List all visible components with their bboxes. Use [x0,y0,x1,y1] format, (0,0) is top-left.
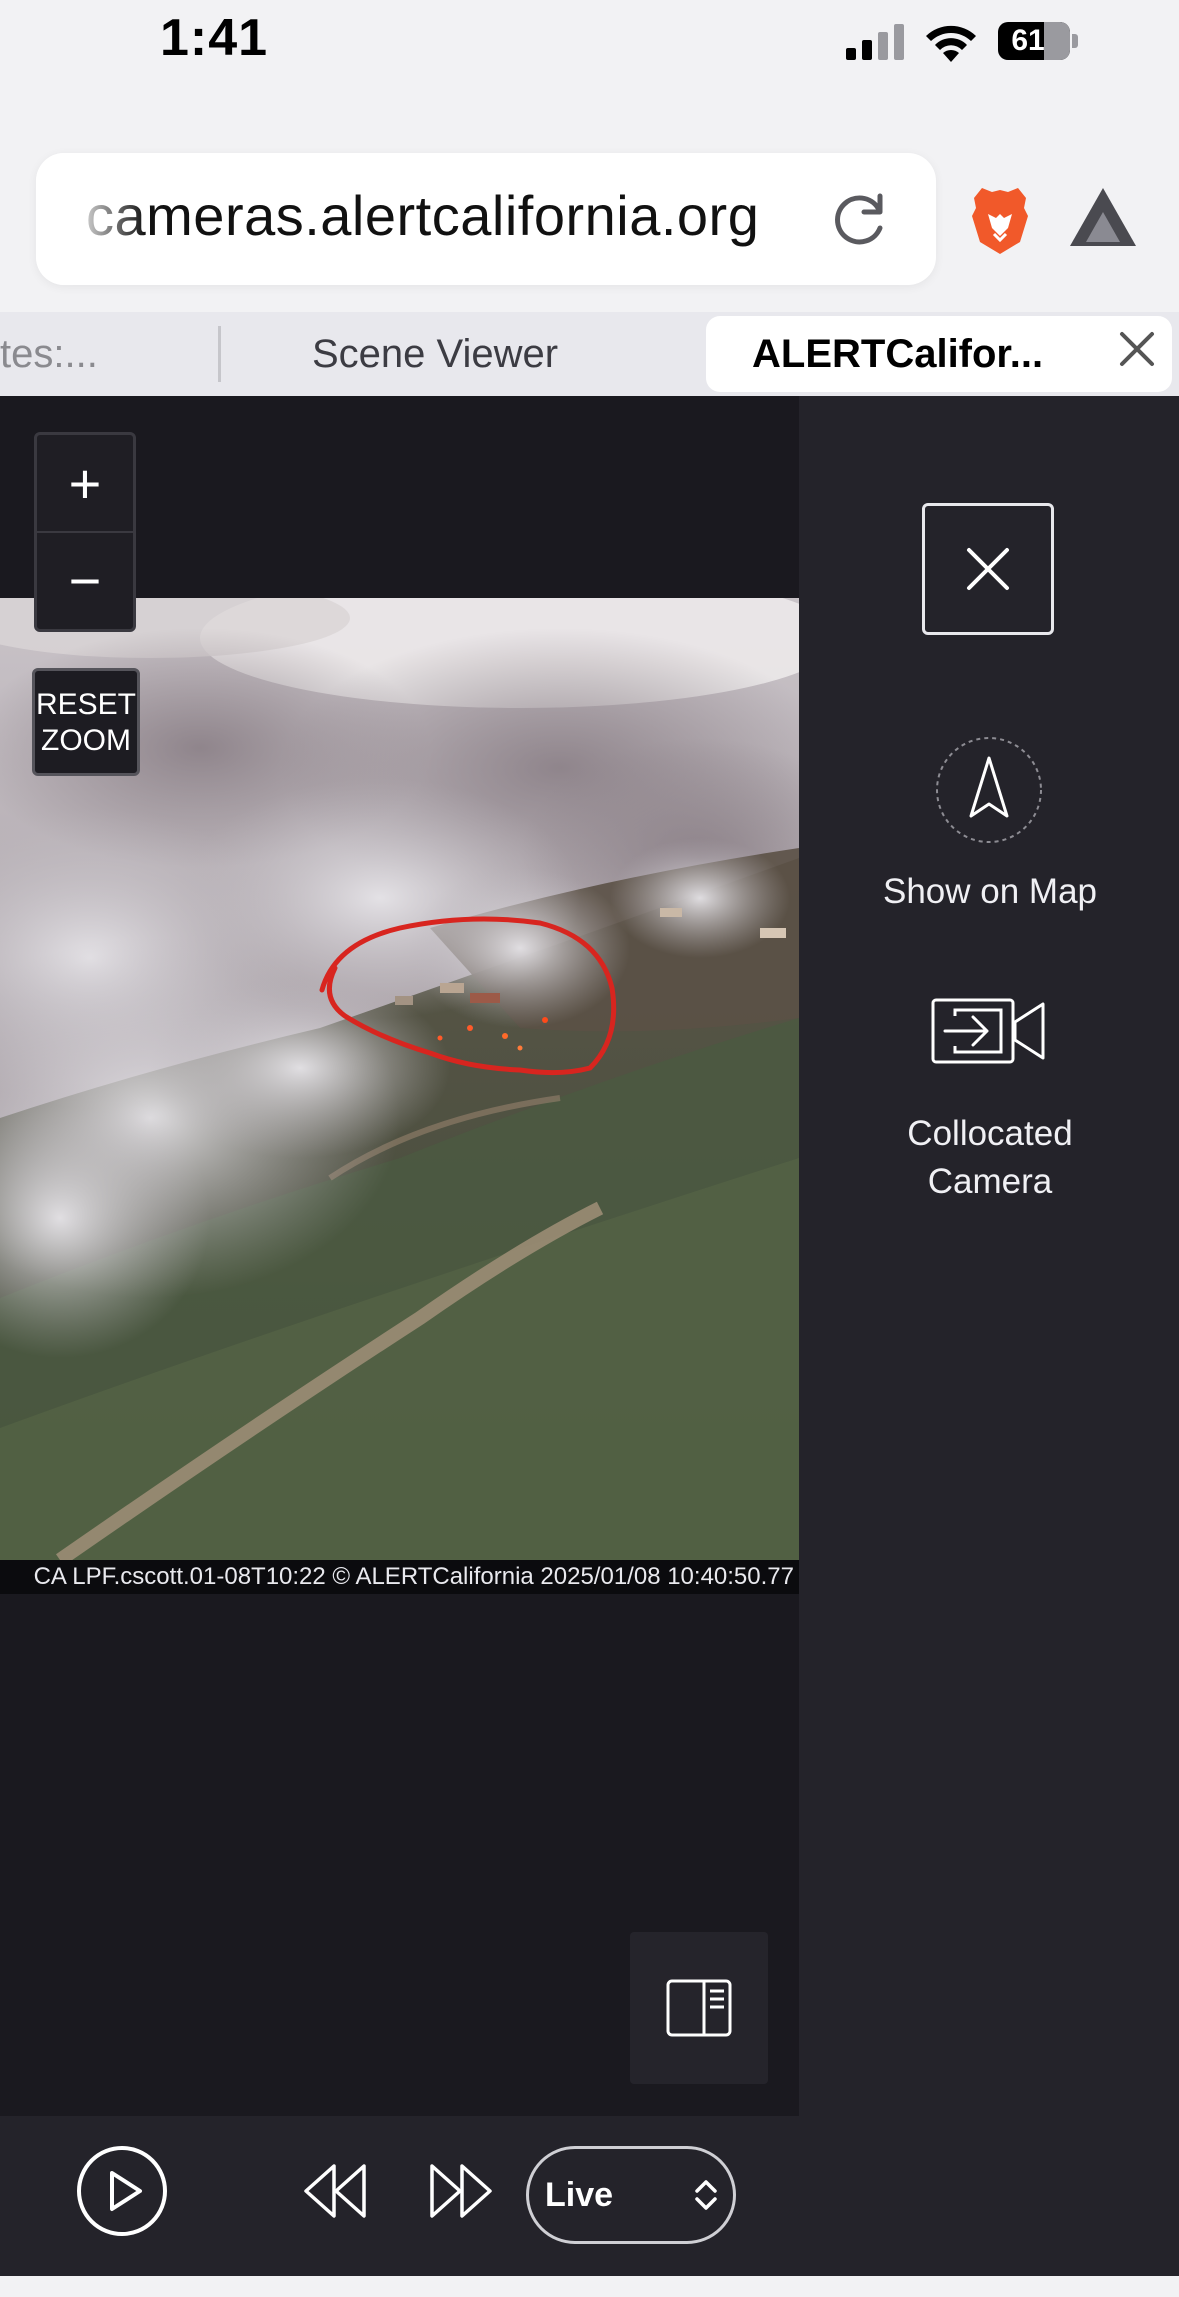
zoom-controls: + − [34,432,136,632]
side-panel [799,396,1179,2276]
rewind-icon[interactable] [302,2162,368,2220]
brave-lion-icon[interactable] [968,184,1032,256]
reset-zoom-button[interactable]: RESET ZOOM [32,668,140,776]
collocated-camera-button[interactable]: Collocated Camera [820,1110,1160,1206]
tab-scene-viewer[interactable]: Scene Viewer [240,312,630,396]
status-time: 1:41 [160,9,269,67]
chevron-up-down-icon [695,2180,717,2210]
show-on-map-button[interactable]: Show on Map [820,868,1160,916]
brave-rewards-triangle-icon[interactable] [1068,186,1138,250]
reset-zoom-label-1: RESET [35,688,137,721]
player-bar-right [799,2116,1179,2276]
tab-previous[interactable]: tes:... [0,312,216,396]
camera-enter-icon[interactable] [931,996,1046,1066]
url-text[interactable]: cameras.alertcalifornia.org [86,183,759,248]
reload-icon[interactable] [830,190,890,250]
live-select-value: Live [545,2176,614,2214]
image-caption: CA LPF.cscott.01-08T10:22 © ALERTCalifor… [0,1560,799,1594]
play-icon[interactable] [76,2145,168,2237]
zoom-out-button[interactable]: − [37,532,133,629]
battery-icon: 61 [998,22,1078,60]
close-panel-button[interactable] [922,503,1054,635]
fast-forward-icon[interactable] [428,2162,494,2220]
tab-strip: tes:... Scene Viewer ALERTCalifor... [0,312,1179,396]
live-select[interactable]: Live [526,2146,736,2244]
collocated-label-1: Collocated [907,1114,1073,1153]
battery-level: 61 [1011,24,1045,57]
tab-close-icon[interactable] [1118,330,1156,368]
panel-toggle-icon [666,1979,732,2037]
panel-toggle-button[interactable] [630,1932,768,2084]
tab-alertcalifornia-active[interactable]: ALERTCalifor... [706,316,1172,392]
address-bar[interactable]: cameras.alertcalifornia.org [36,153,936,285]
zoom-in-button[interactable]: + [37,435,133,532]
status-bar: 1:41 61 [0,0,1179,90]
reset-zoom-label-2: ZOOM [41,724,131,757]
wifi-icon [926,25,976,62]
navigation-arrow-icon[interactable] [935,736,1043,844]
close-icon [967,548,1009,590]
caption-text: CA LPF.cscott.01-08T10:22 © ALERTCalifor… [33,1563,794,1590]
cellular-signal-icon [846,24,904,60]
bottom-strip [0,2276,1179,2297]
collocated-label-2: Camera [927,1162,1053,1201]
